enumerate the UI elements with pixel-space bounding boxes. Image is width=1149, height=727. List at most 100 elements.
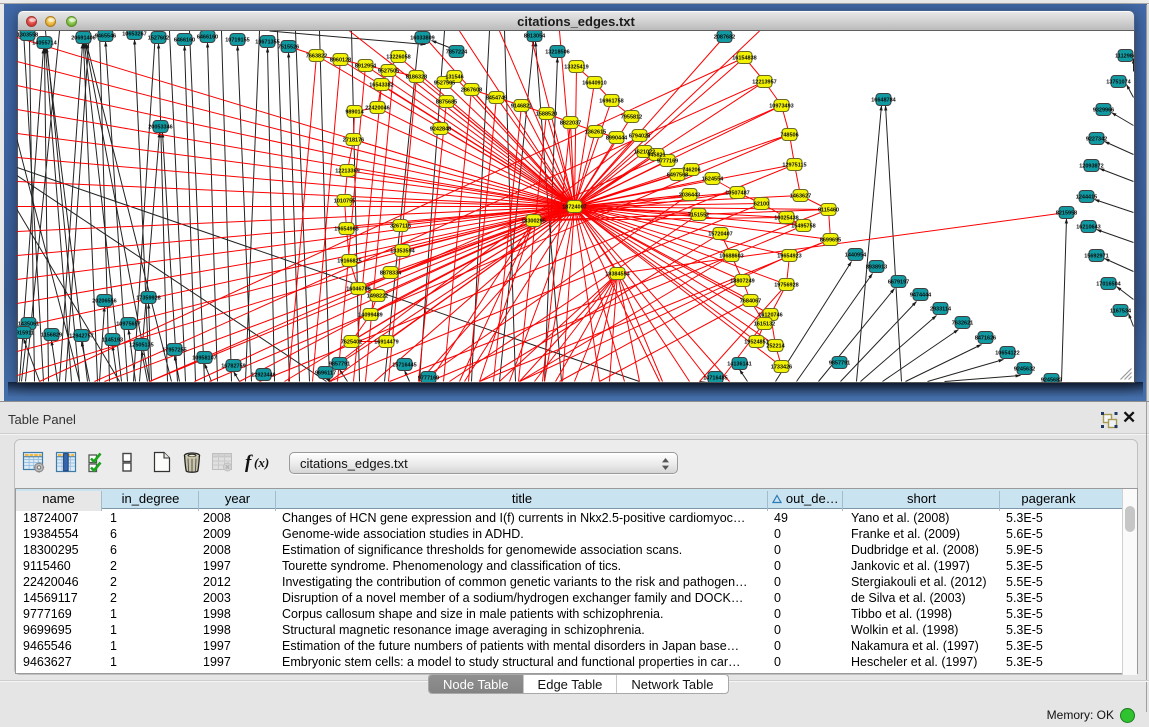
- svg-text:17359928: 17359928: [136, 295, 160, 301]
- svg-text:7663822: 7663822: [306, 53, 327, 59]
- svg-text:19654965: 19654965: [334, 226, 358, 232]
- svg-text:7955812: 7955812: [621, 114, 642, 120]
- svg-text:8215958: 8215958: [1056, 210, 1077, 216]
- svg-text:18807249: 18807249: [730, 278, 754, 284]
- svg-text:14099489: 14099489: [358, 312, 382, 318]
- svg-text:9146821: 9146821: [511, 103, 532, 109]
- svg-text:8960128: 8960128: [330, 57, 351, 63]
- svg-text:1624554: 1624554: [702, 176, 724, 182]
- svg-text:9857791: 9857791: [829, 360, 850, 366]
- svg-text:18300295: 18300295: [521, 218, 545, 224]
- svg-text:10671355: 10671355: [255, 39, 279, 45]
- svg-text:9777169: 9777169: [418, 375, 439, 381]
- svg-text:8938913: 8938913: [866, 264, 887, 270]
- svg-text:13353594: 13353594: [390, 248, 415, 254]
- svg-text:6466160: 6466160: [197, 34, 218, 40]
- svg-text:17957255: 17957255: [162, 347, 186, 353]
- svg-text:2036443: 2036443: [679, 192, 700, 198]
- svg-text:131546: 131546: [445, 74, 463, 80]
- svg-text:1156829: 1156829: [41, 332, 62, 338]
- svg-text:12093872: 12093872: [1079, 163, 1103, 169]
- svg-text:19384554: 19384554: [605, 271, 630, 277]
- svg-text:9777169: 9777169: [657, 158, 678, 164]
- svg-text:16961758: 16961758: [599, 98, 623, 104]
- svg-text:7857224: 7857224: [446, 49, 468, 55]
- svg-text:9465546: 9465546: [95, 33, 116, 39]
- svg-text:9242848: 9242848: [430, 126, 451, 132]
- svg-text:2867608: 2867608: [461, 87, 482, 93]
- svg-text:10975657: 10975657: [116, 321, 140, 327]
- svg-text:1112984: 1112984: [1115, 53, 1134, 59]
- svg-text:6794028: 6794028: [629, 133, 650, 139]
- svg-text:20206556: 20206556: [92, 298, 116, 304]
- svg-text:1244415: 1244415: [1076, 194, 1097, 200]
- svg-text:6466160: 6466160: [174, 37, 195, 43]
- svg-text:1440954: 1440954: [845, 252, 867, 258]
- svg-text:15495758: 15495758: [791, 223, 815, 229]
- svg-text:9696117: 9696117: [315, 370, 336, 376]
- svg-text:16033809: 16033809: [410, 35, 434, 41]
- svg-text:10719155: 10719155: [225, 37, 249, 43]
- svg-text:12975115: 12975115: [782, 162, 806, 168]
- svg-text:16914479: 16914479: [374, 339, 398, 345]
- svg-text:8699695: 8699695: [820, 237, 841, 243]
- svg-text:13716485: 13716485: [703, 375, 727, 381]
- svg-text:19756928: 19756928: [774, 282, 798, 288]
- svg-text:8813054: 8813054: [524, 33, 546, 39]
- svg-text:13325419: 13325419: [564, 64, 588, 70]
- svg-text:1527602: 1527602: [148, 35, 169, 41]
- svg-text:10653267: 10653267: [122, 31, 146, 37]
- svg-text:6679197: 6679197: [888, 279, 909, 285]
- svg-text:9115460: 9115460: [818, 207, 839, 213]
- svg-text:1463627: 1463627: [790, 193, 811, 199]
- svg-text:7625402: 7625402: [341, 339, 362, 345]
- svg-text:16648784: 16648784: [871, 97, 896, 103]
- svg-text:15716445: 15716445: [392, 362, 416, 368]
- svg-text:10507487: 10507487: [725, 190, 749, 196]
- svg-text:16046788: 16046788: [346, 286, 370, 292]
- svg-text:8471626: 8471626: [975, 335, 996, 341]
- svg-text:252214: 252214: [766, 343, 785, 349]
- svg-text:18724007: 18724007: [562, 204, 586, 210]
- svg-text:7684067: 7684067: [740, 298, 761, 304]
- svg-text:746206: 746206: [682, 167, 700, 173]
- svg-text:19654923: 19654923: [777, 253, 801, 259]
- svg-text:8875685: 8875685: [436, 99, 457, 105]
- svg-text:10025438: 10025438: [774, 215, 798, 221]
- svg-text:16640910: 16640910: [582, 80, 606, 86]
- svg-text:10958107: 10958107: [192, 355, 216, 361]
- svg-text:8186328: 8186328: [406, 74, 427, 80]
- svg-text:12213957: 12213957: [752, 79, 776, 85]
- svg-text:9527505: 9527505: [378, 68, 399, 74]
- svg-text:62100: 62100: [754, 201, 769, 207]
- svg-text:20053346: 20053346: [148, 124, 172, 130]
- svg-text:12923446: 12923446: [251, 372, 275, 378]
- svg-text:10973493: 10973493: [769, 103, 793, 109]
- svg-text:9329966: 9329966: [1093, 107, 1114, 113]
- svg-text:989014: 989014: [345, 109, 364, 115]
- svg-text:7151552: 7151552: [688, 212, 709, 218]
- svg-text:9245632: 9245632: [1014, 366, 1035, 372]
- svg-text:748506: 748506: [780, 132, 798, 138]
- svg-text:13226058: 13226058: [386, 54, 410, 60]
- svg-text:9227342: 9227342: [1086, 136, 1107, 142]
- svg-text:7515526: 7515526: [278, 44, 299, 50]
- svg-text:1733426: 1733426: [771, 364, 792, 370]
- svg-text:15720407: 15720407: [708, 231, 732, 237]
- svg-text:1167534: 1167534: [1110, 308, 1132, 314]
- svg-text:14055714: 14055714: [32, 40, 57, 46]
- svg-text:2718176: 2718176: [343, 137, 364, 143]
- svg-text:1615132: 1615132: [754, 321, 775, 327]
- svg-text:1362615: 1362615: [585, 129, 606, 135]
- svg-text:(x): (x): [254, 455, 269, 470]
- svg-text:2087682: 2087682: [714, 34, 735, 40]
- svg-text:9527505: 9527505: [434, 80, 455, 86]
- svg-text:12942757: 12942757: [69, 333, 93, 339]
- svg-text:12505135: 12505135: [129, 342, 153, 348]
- svg-text:1498222: 1498222: [367, 293, 388, 299]
- svg-text:20691406: 20691406: [71, 35, 95, 41]
- svg-text:8878334: 8878334: [380, 270, 402, 276]
- svg-text:3267115: 3267115: [390, 223, 411, 229]
- svg-text:13218506: 13218506: [545, 49, 569, 55]
- svg-text:1303558: 1303558: [17, 32, 38, 38]
